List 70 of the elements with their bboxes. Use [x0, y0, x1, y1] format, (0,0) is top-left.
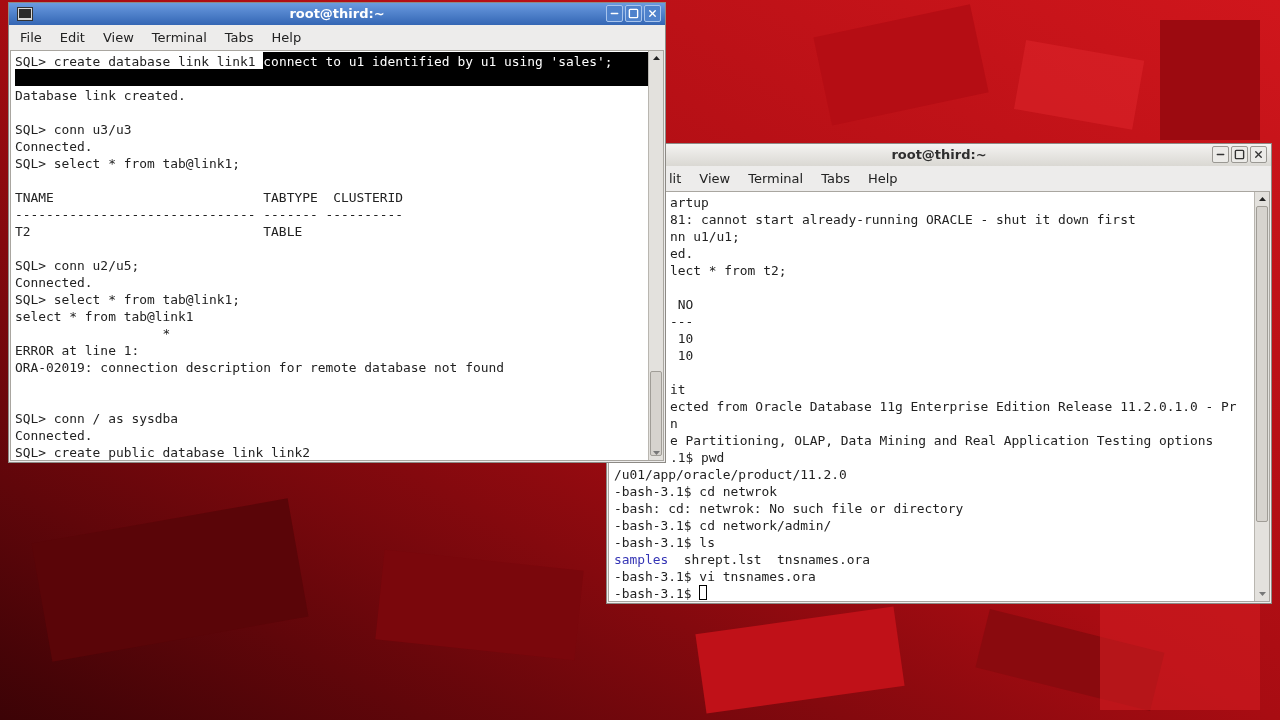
menu-item[interactable]: Edit	[59, 27, 85, 47]
terminal-text: Database link created.	[15, 87, 186, 103]
terminal-text: SQL> conn / as sysdba	[15, 410, 178, 426]
terminal-text: nn u1/u1;	[670, 228, 740, 244]
terminal-text: ------------------------------- ------- ----------	[15, 206, 404, 222]
terminal-text: Connected.	[15, 138, 93, 154]
terminal-text: -bash-3.1$ vi tnsnames.ora	[614, 568, 816, 584]
close-icon	[647, 8, 658, 20]
menu-item[interactable]: Terminal	[151, 27, 207, 47]
scrollbar[interactable]	[1254, 192, 1269, 601]
window-title: root@third:~	[891, 146, 987, 164]
terminal-text: /u01/app/oracle/product/11.2.0	[614, 466, 847, 482]
terminal-text: .1$ pwd	[670, 449, 725, 465]
terminal-text: SQL> select * from tab@link1;	[15, 291, 241, 307]
scrollbar-thumb[interactable]	[650, 371, 662, 456]
maximize-button[interactable]	[625, 5, 642, 23]
terminal-text: *	[161, 325, 171, 341]
terminal-text: it	[670, 381, 686, 397]
menu-item[interactable]: Tabs	[224, 27, 254, 47]
menu-item[interactable]: Help	[867, 168, 898, 188]
terminal-text: 10	[676, 347, 694, 363]
menu-item[interactable]: View	[102, 27, 134, 47]
terminal-text: e Partitioning, OLAP, Data Mining and Real Application Testing options	[670, 432, 1214, 448]
menu-item[interactable]: File	[20, 27, 42, 47]
terminal-text: -bash: cd: netwrok: No such file or directory	[614, 500, 964, 516]
terminal-text: select * from tab@link1	[15, 308, 194, 324]
terminal-text: samples	[614, 551, 669, 567]
menu-item[interactable]: lit	[669, 168, 682, 188]
scrollbar[interactable]	[648, 51, 663, 460]
terminal-text: SQL> select * from tab@link1;	[15, 155, 241, 171]
terminal-text: connect to u1 identified by u1 using 'sales';	[263, 52, 648, 69]
minimize-button[interactable]	[606, 5, 623, 23]
maximize-icon	[1234, 149, 1245, 161]
terminal-text: -bash-3.1$ cd network/admin/	[614, 517, 832, 533]
menu-item[interactable]: Terminal	[748, 168, 804, 188]
terminal-text: SQL> create database link link1	[15, 53, 257, 69]
terminal-icon	[17, 6, 33, 21]
terminal-text: ---	[670, 313, 694, 329]
close-button[interactable]	[1250, 146, 1267, 164]
terminal-text: artup	[670, 194, 709, 210]
terminal-text: ed.	[670, 245, 694, 261]
maximize-button[interactable]	[1231, 146, 1248, 164]
minimize-button[interactable]	[1212, 146, 1229, 164]
terminal-text: 81: cannot start already-running ORACLE - shut it down first	[670, 211, 1136, 227]
terminal-text: Connected.	[15, 274, 93, 290]
terminal-text: Connected.	[15, 427, 93, 443]
maximize-icon	[628, 8, 639, 20]
terminal-text: shrept.lst tnsnames.ora	[682, 551, 871, 567]
terminal-text: ORA-02019: connection description for remote database not found	[15, 359, 504, 375]
menu-item[interactable]: View	[699, 168, 731, 188]
terminal-text: SQL> conn u2/u5;	[15, 257, 140, 273]
terminal-text: SQL> create public database link link2	[15, 444, 310, 460]
window-title: root@third:~	[289, 5, 385, 23]
terminal-text: SQL> conn u3/u3	[15, 121, 132, 137]
scrollbar-thumb[interactable]	[1256, 206, 1268, 522]
close-button[interactable]	[644, 5, 661, 23]
terminal-text: NO	[676, 296, 694, 312]
menu-item[interactable]: Tabs	[821, 168, 850, 188]
menu-item[interactable]: Help	[271, 27, 302, 47]
terminal-text: lect * from t2;	[670, 262, 787, 278]
close-icon	[1253, 149, 1264, 161]
terminal-text: T2 TABLE	[15, 223, 303, 239]
terminal-text: TNAME TABTYPE CLUSTERID	[15, 189, 404, 205]
terminal-text: -bash-3.1$	[614, 585, 693, 601]
terminal-text: ERROR at line 1:	[15, 342, 140, 358]
terminal-text: -bash-3.1$ cd netwrok	[614, 483, 777, 499]
terminal-text: n	[670, 415, 678, 431]
terminal-text: 10	[676, 330, 694, 346]
terminal-text: -bash-3.1$ ls	[614, 534, 715, 550]
terminal-text: ected from Oracle Database 11g Enterprise Edition Release 11.2.0.1.0 - Pr	[670, 398, 1237, 414]
